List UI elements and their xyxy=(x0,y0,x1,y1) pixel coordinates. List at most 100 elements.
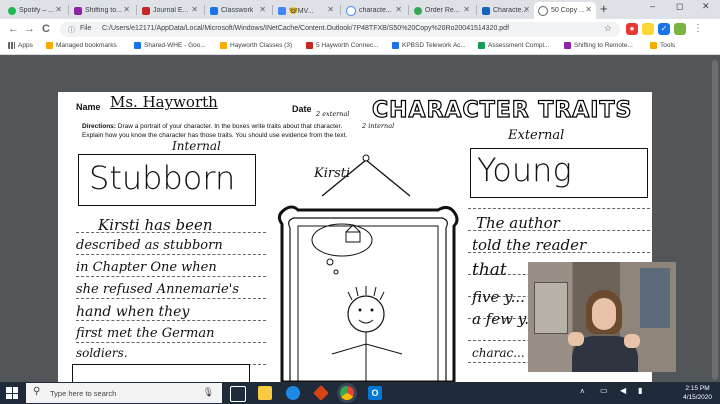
search-placeholder: Type here to search xyxy=(50,389,117,398)
name-value: Ms. Hayworth xyxy=(110,93,218,111)
trait-right: Young xyxy=(477,151,572,189)
evidence-right-line: charac... xyxy=(472,346,525,360)
writing-line xyxy=(468,208,650,210)
task-view-icon[interactable] xyxy=(230,386,246,402)
folder-icon xyxy=(220,42,227,49)
bookmark-label: Hayworth Classes (3) xyxy=(230,42,293,49)
app-icon[interactable] xyxy=(313,385,329,401)
tab-label: Journal E... xyxy=(153,7,189,14)
close-icon[interactable]: ✕ xyxy=(259,5,266,14)
chrome-icon[interactable] xyxy=(340,386,354,400)
trait-left: Stubborn xyxy=(89,159,236,197)
bookmark-apps[interactable]: Apps xyxy=(8,42,33,49)
close-icon[interactable]: ✕ xyxy=(523,5,530,14)
tab-journal[interactable]: Journal E... ✕ xyxy=(138,2,202,19)
bookmark-hayworth-classes[interactable]: Hayworth Classes (3) xyxy=(220,42,292,49)
close-icon[interactable]: ✕ xyxy=(191,5,198,14)
address-url: C:/Users/e12171/AppData/Local/Microsoft/… xyxy=(102,25,510,32)
site-icon xyxy=(482,6,490,15)
close-icon[interactable]: ✕ xyxy=(463,5,470,14)
minimize-button[interactable]: – xyxy=(650,1,655,11)
menu-icon[interactable]: ⋮ xyxy=(692,23,704,35)
tab-character[interactable]: Characte... ✕ xyxy=(478,2,534,19)
classroom-icon xyxy=(210,6,218,15)
evidence-right-line: that xyxy=(472,260,507,280)
bookmark-hayworth-connect[interactable]: 5 Hayworth Connec... xyxy=(306,42,379,49)
cabinet xyxy=(534,282,568,334)
tab-divider xyxy=(204,5,205,15)
volume-icon[interactable]: ◀ xyxy=(620,386,626,395)
file-explorer-icon[interactable] xyxy=(258,386,272,400)
address-bar[interactable]: ⓘ File C:/Users/e12171/AppData/Local/Mic… xyxy=(60,22,620,37)
network-icon[interactable]: ▭ xyxy=(600,386,608,395)
tab-strip: Spotify – ... ✕ Shifting to... ✕ Journal E… xyxy=(0,0,720,19)
webcam-overlay[interactable] xyxy=(528,262,676,372)
tab-label: Classwork xyxy=(221,7,254,14)
clock-time: 2:15 PM xyxy=(685,385,710,392)
bookmark-label: Shared-WHE - Goo... xyxy=(144,42,206,49)
bookmark-assessment[interactable]: Assessment Compl... xyxy=(478,42,549,49)
tab-shifting[interactable]: Shifting to... ✕ xyxy=(70,2,134,19)
system-clock[interactable]: 2:15 PM 4/15/2020 xyxy=(683,384,712,402)
site-icon xyxy=(564,42,571,49)
extension-icon[interactable] xyxy=(674,23,686,35)
evidence-right-line: five y... xyxy=(472,288,525,306)
bookmark-label: Assessment Compl... xyxy=(488,42,550,49)
bookmark-managed[interactable]: Managed bookmarks xyxy=(46,42,117,49)
close-window-button[interactable]: ✕ xyxy=(702,1,710,12)
new-tab-button[interactable]: + xyxy=(600,2,608,16)
google-icon xyxy=(346,5,356,16)
outlook-icon[interactable]: O xyxy=(368,386,382,400)
maximize-button[interactable]: ◻ xyxy=(676,1,683,12)
tab-label: characte... xyxy=(359,7,392,14)
back-button[interactable]: ← xyxy=(8,22,19,36)
scrollbar[interactable] xyxy=(712,60,718,380)
edge-icon[interactable] xyxy=(286,386,300,400)
bookmark-kpbsd[interactable]: KPBSD Telework Ac... xyxy=(392,42,466,49)
tab-label: Spotify – ... xyxy=(19,7,55,14)
trait-box-right: Young xyxy=(470,148,648,198)
close-icon[interactable]: ✕ xyxy=(585,5,592,14)
browser-toolbar: ← → C ⓘ File C:/Users/e12171/AppData/Loc… xyxy=(0,19,720,40)
bookmark-shared-whe[interactable]: Shared-WHE - Goo... xyxy=(134,42,206,49)
evidence-left-line: hand when they xyxy=(76,304,190,320)
tab-google-search[interactable]: characte... ✕ xyxy=(342,2,406,19)
taskbar-search[interactable]: ⚲ Type here to search 🎙 xyxy=(26,383,222,403)
star-icon[interactable]: ☆ xyxy=(604,23,612,34)
close-icon[interactable]: ✕ xyxy=(123,5,130,14)
bookmark-tools[interactable]: Tools xyxy=(650,42,675,49)
tab-divider xyxy=(476,5,477,15)
writing-line xyxy=(76,298,266,300)
extension-icon[interactable]: ● xyxy=(626,23,638,35)
tab-divider xyxy=(340,5,341,15)
evidence-left-line: Kirsti has been xyxy=(98,216,213,234)
extension-icon[interactable] xyxy=(642,23,654,35)
battery-icon[interactable]: ▮ xyxy=(638,386,642,395)
tab-spotify[interactable]: Spotify – ... ✕ xyxy=(4,2,66,19)
docs-icon xyxy=(278,6,286,15)
info-icon: ⓘ xyxy=(68,27,75,34)
bookmark-shifting[interactable]: Shifting to Remote... xyxy=(564,42,633,49)
windows-start-icon[interactable] xyxy=(6,387,18,399)
tab-classwork[interactable]: Classwork ✕ xyxy=(206,2,270,19)
writing-line xyxy=(76,320,266,322)
close-icon[interactable]: ✕ xyxy=(327,5,334,14)
tab-order[interactable]: Order Re... ✕ xyxy=(410,2,474,19)
date-note-internal: 2 internal xyxy=(362,122,395,130)
tab-label: 🤓MV... xyxy=(289,7,314,15)
tab-pdf-active[interactable]: 50 Copy ... ✕ xyxy=(534,2,596,19)
tab-docs[interactable]: 🤓MV... ✕ xyxy=(274,2,338,19)
extension-icon[interactable]: ✓ xyxy=(658,23,670,35)
chevron-up-icon[interactable]: ˄ xyxy=(580,387,585,396)
taskbar: ⚲ Type here to search 🎙 O ˄ ▭ ◀ ▮ 2:15 P… xyxy=(0,382,720,404)
close-icon[interactable]: ✕ xyxy=(395,5,402,14)
bookmark-label: Tools xyxy=(660,42,676,49)
globe-icon xyxy=(538,5,548,16)
reload-button[interactable]: C xyxy=(42,22,50,36)
forward-button[interactable]: → xyxy=(24,22,35,36)
drive-icon xyxy=(134,42,141,49)
tab-label: Shifting to... xyxy=(85,7,122,14)
close-icon[interactable]: ✕ xyxy=(55,5,62,14)
microphone-icon[interactable]: 🎙 xyxy=(203,387,214,398)
person-hand xyxy=(568,332,584,346)
